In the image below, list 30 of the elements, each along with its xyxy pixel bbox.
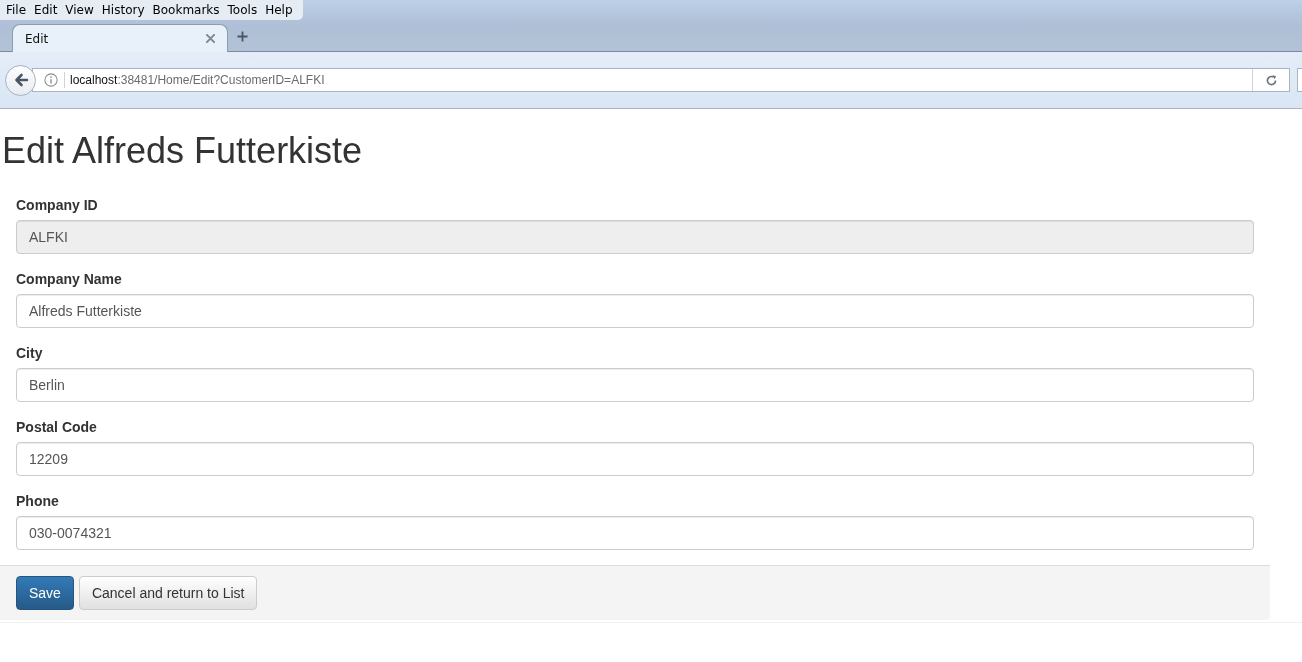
input-field[interactable]: ALFKI — [16, 220, 1254, 254]
back-button[interactable] — [5, 64, 36, 96]
menu-item[interactable]: Help — [261, 1, 297, 19]
reload-icon — [1264, 73, 1278, 87]
input-field[interactable]: 030-0074321 — [16, 516, 1254, 550]
url-text: localhost:38481/Home/Edit?CustomerID=ALFKI — [70, 73, 326, 87]
menu-item[interactable]: Tools — [223, 1, 262, 19]
menu-item[interactable]: View — [61, 1, 98, 19]
menu-item[interactable]: History — [97, 1, 149, 19]
page-heading: Edit Alfreds Futterkiste — [2, 132, 363, 169]
menu-item[interactable]: Edit — [30, 1, 62, 19]
field-label: Company Name — [16, 270, 123, 289]
search-field[interactable] — [1297, 68, 1302, 92]
cancel-button[interactable]: Cancel and return to List — [78, 576, 258, 610]
field-label: Company ID — [16, 196, 99, 215]
close-icon[interactable] — [206, 34, 215, 43]
save-button[interactable]: Save — [16, 576, 74, 610]
menu-item[interactable]: Bookmarks — [148, 1, 224, 19]
field-label: City — [16, 344, 44, 363]
input-field[interactable]: Berlin — [16, 368, 1254, 402]
new-tab-icon[interactable] — [237, 31, 248, 42]
back-arrow-icon — [12, 72, 29, 88]
input-field[interactable]: 12209 — [16, 442, 1254, 476]
field-label: Phone — [16, 492, 60, 511]
browser-tab[interactable]: Edit — [12, 24, 228, 52]
field-label: Postal Code — [16, 418, 98, 437]
input-field[interactable]: Alfreds Futterkiste — [16, 294, 1254, 328]
info-icon[interactable] — [44, 73, 58, 87]
address-field[interactable]: localhost:38481/Home/Edit?CustomerID=ALFKI — [32, 68, 1290, 92]
menu-item[interactable]: File — [2, 1, 31, 19]
